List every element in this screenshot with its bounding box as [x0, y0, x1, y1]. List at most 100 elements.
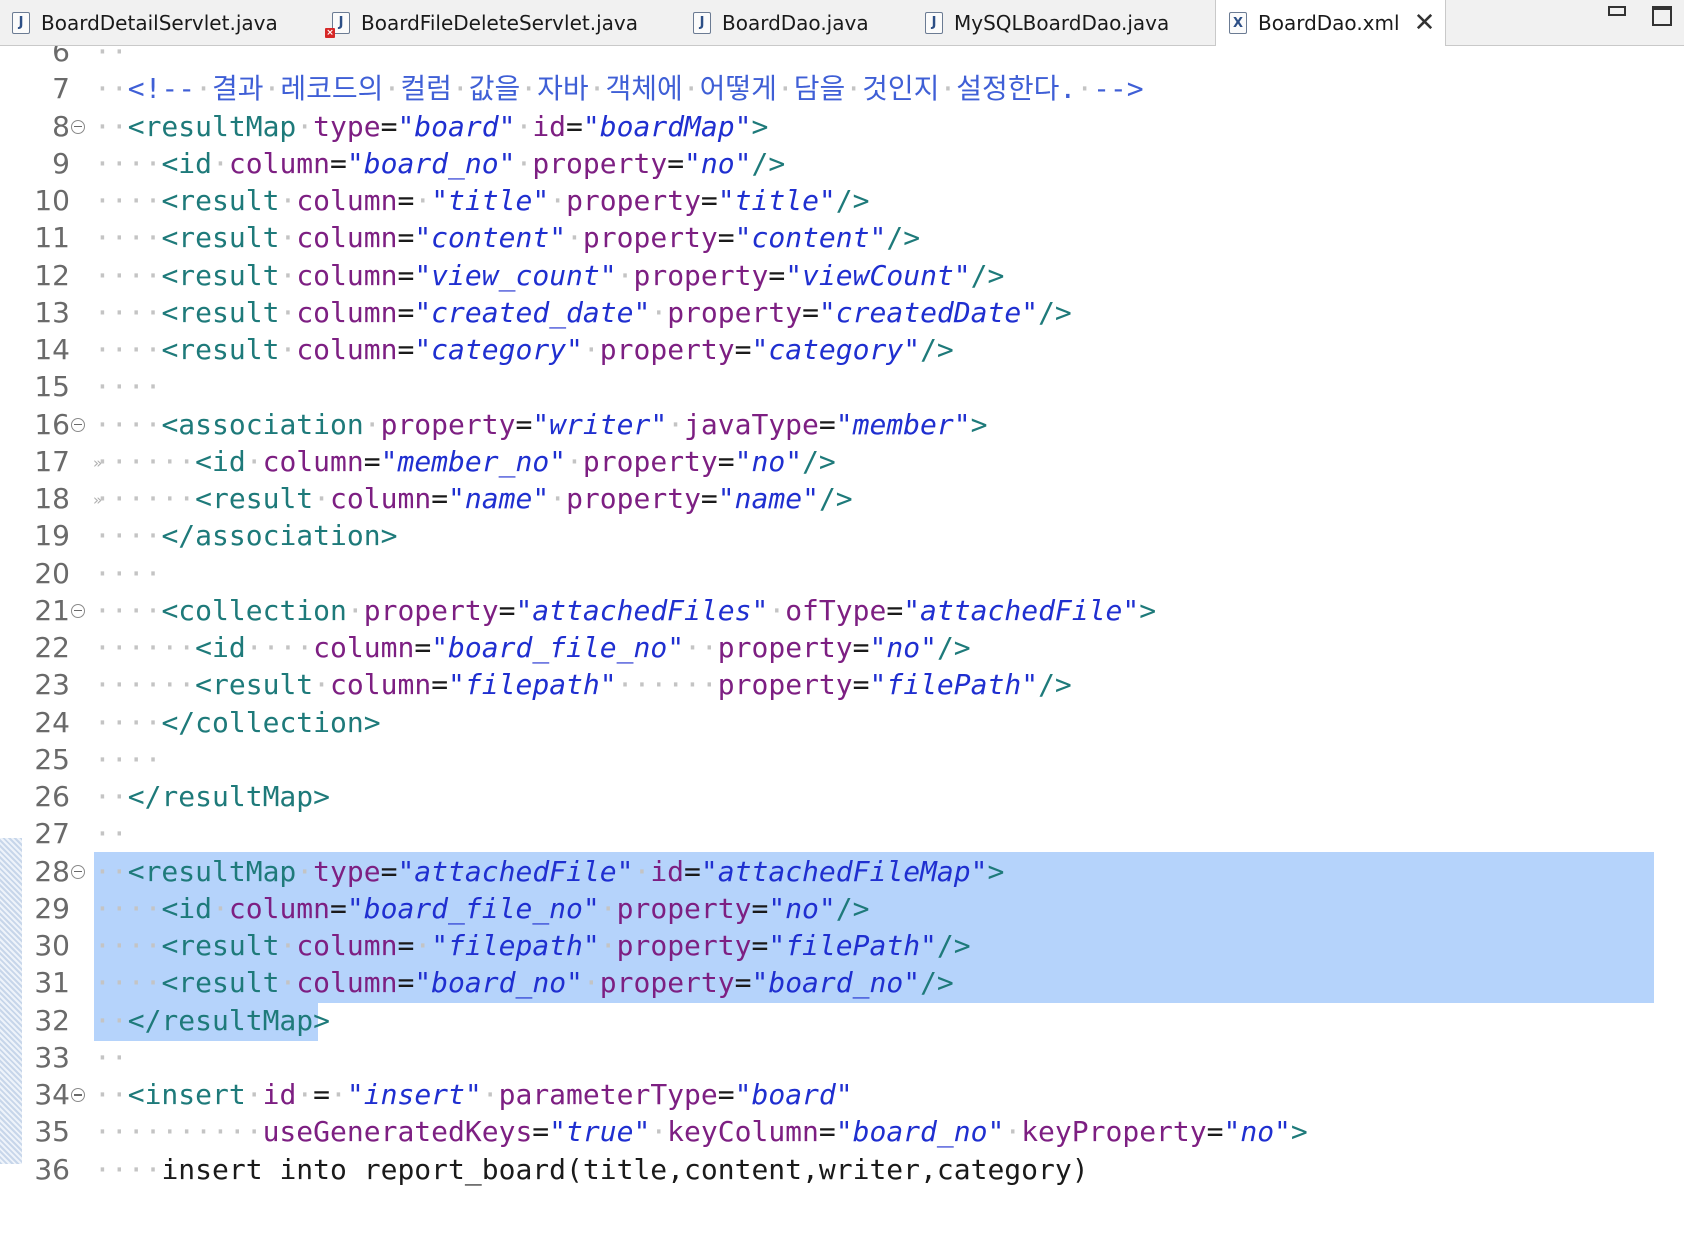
- code-text[interactable]: ····</collection>: [94, 706, 381, 739]
- tab-mysqlboarddao-java[interactable]: J MySQLBoardDao.java: [925, 0, 1169, 45]
- tab-boardfiledeleteservlet-java[interactable]: J × BoardFileDeleteServlet.java: [325, 0, 638, 45]
- code-line: 20 ····: [0, 554, 1684, 594]
- code-text[interactable]: ··: [94, 46, 128, 68]
- token-eq: =: [751, 891, 769, 925]
- token-ws: ·: [776, 72, 794, 106]
- token-eq: =: [717, 444, 735, 478]
- token-comment: 레코드의: [280, 72, 384, 106]
- token-val: "content": [414, 221, 567, 255]
- token-attr: parameterType: [498, 1078, 718, 1111]
- token-eq: =: [313, 1078, 331, 1111]
- code-text[interactable]: ··<resultMap·type="attachedFile"·id="att…: [94, 854, 1004, 888]
- fold-collapse-icon[interactable]: [71, 417, 85, 432]
- code-text[interactable]: ····<result·column="view_count"·property…: [94, 258, 1004, 292]
- tab-boarddetailservlet-java[interactable]: J BoardDetailServlet.java: [12, 0, 278, 45]
- fold-collapse-icon[interactable]: [71, 864, 85, 879]
- fold-collapse-icon[interactable]: [71, 119, 85, 134]
- token-ws: ·: [279, 221, 297, 255]
- token-eq: =: [397, 966, 415, 1000]
- token-ws: ····: [94, 407, 162, 441]
- token-ws: ·: [313, 668, 331, 702]
- token-attr: column: [296, 184, 398, 217]
- code-text[interactable]: ····<result·column="board_no"·property="…: [94, 967, 954, 999]
- token-ws: ····: [94, 221, 162, 255]
- code-text[interactable]: ······<id·column="member_no"·property="n…: [94, 444, 836, 478]
- token-attr: property: [616, 891, 752, 925]
- token-tag: </resultMap>: [127, 780, 331, 813]
- token-tag: >: [751, 109, 769, 143]
- code-text[interactable]: ··<!--·결과·레코드의·컬럼·값을·자바·객체에·어떻게·담을·것인지·설…: [94, 73, 1144, 105]
- code-text[interactable]: ····<collection·property="attachedFiles"…: [94, 594, 1156, 627]
- code-line: 28 ··<resultMap·type="attachedFile"·id="a…: [0, 851, 1684, 892]
- fold-collapse-icon[interactable]: [71, 603, 85, 618]
- token-tag: />: [936, 631, 971, 664]
- code-text[interactable]: ····insert into report_board(title,conte…: [94, 1153, 1089, 1186]
- code-line: 11 ····<result·column="content"·property=…: [0, 218, 1684, 258]
- code-text[interactable]: ··<insert·id·=·"insert"·parameterType="b…: [94, 1079, 853, 1111]
- token-eq: =: [397, 184, 415, 217]
- tab-boarddao-java[interactable]: J BoardDao.java: [693, 0, 869, 45]
- close-tab-icon[interactable]: ✕: [1414, 10, 1436, 36]
- token-attr: javaType: [684, 407, 819, 441]
- code-text[interactable]: ····<result·column="category"·property="…: [94, 334, 954, 366]
- code-text[interactable]: ····<association·property="writer"·javaT…: [94, 407, 987, 441]
- code-text[interactable]: ··</resultMap>: [94, 781, 330, 813]
- tab-boarddao-xml[interactable]: X BoardDao.xml ✕: [1215, 0, 1446, 46]
- code-text[interactable]: ····<result·column=·"title"·property="ti…: [94, 185, 870, 217]
- code-text[interactable]: ····: [94, 371, 161, 403]
- token-ws: ·: [414, 184, 432, 217]
- code-text[interactable]: ······<id····column="board_file_no"··pro…: [94, 632, 971, 664]
- line-number: 23: [34, 668, 70, 702]
- code-text[interactable]: ····: [94, 743, 161, 776]
- token-val: "no": [734, 444, 803, 478]
- code-text[interactable]: ····<result·column=·"filepath"·property=…: [94, 930, 971, 962]
- token-attr: column: [330, 482, 432, 515]
- code-line: 35 ··········useGeneratedKeys="true"·keyC…: [0, 1112, 1684, 1152]
- code-text[interactable]: ····<result·column="content"·property="c…: [94, 222, 920, 254]
- code-text[interactable]: ····<id·column="board_file_no"·property=…: [94, 891, 870, 925]
- token-eq: =: [852, 631, 870, 664]
- code-text[interactable]: ····</association>: [94, 520, 397, 552]
- line-number: 6: [52, 46, 70, 68]
- code-text[interactable]: ··: [94, 1041, 128, 1074]
- code-text[interactable]: ··········useGeneratedKeys="true"·keyCol…: [94, 1116, 1308, 1148]
- token-attr: type: [313, 109, 381, 143]
- token-val: "writer": [532, 407, 668, 441]
- token-val: "no": [869, 631, 937, 664]
- token-ws: ·: [633, 854, 651, 888]
- token-ws: ·: [566, 221, 583, 255]
- line-number: 11: [34, 221, 70, 255]
- code-line: 10 ····<result·column=·"title"·property="…: [0, 181, 1684, 221]
- token-ws: ·: [263, 72, 281, 106]
- token-ws: ·: [279, 258, 297, 292]
- token-ws: ·: [195, 72, 213, 106]
- java-file-error-icon: J ×: [325, 11, 350, 38]
- code-text[interactable]: ······<result·column="name"·property="na…: [94, 483, 853, 515]
- token-ws: ·: [682, 72, 700, 106]
- code-line: 19 ····</association>: [0, 516, 1684, 556]
- token-attr: column: [296, 966, 398, 1000]
- code-text[interactable]: ··</resultMap>: [94, 1004, 330, 1037]
- token-ws: ····: [94, 929, 162, 962]
- code-editor[interactable]: 6 ·· 7 ··<!--·결과·레코드의·컬럼·값을·자바·객체에·어떻게·담을·것…: [0, 46, 1684, 1250]
- token-tag: />: [751, 146, 786, 180]
- token-attr: column: [330, 668, 432, 702]
- code-text[interactable]: ··: [94, 818, 128, 850]
- maximize-icon[interactable]: [1652, 6, 1672, 26]
- token-attr: type: [313, 854, 381, 888]
- minimize-icon[interactable]: [1608, 6, 1626, 16]
- token-ws: ·: [313, 482, 331, 515]
- token-attr: column: [296, 333, 398, 366]
- code-text[interactable]: ····<id·column="board_no"·property="no"/…: [94, 146, 786, 180]
- code-text[interactable]: ··<resultMap·type="board"·id="boardMap">: [94, 109, 769, 143]
- token-tag: />: [835, 891, 870, 925]
- code-text[interactable]: ····<result·column="created_date"·proper…: [94, 296, 1072, 329]
- code-text[interactable]: ······<result·column="filepath"······pro…: [94, 669, 1072, 701]
- code-text[interactable]: ····: [94, 557, 161, 590]
- line-number: 21: [34, 593, 70, 627]
- fold-collapse-icon[interactable]: [71, 1088, 85, 1102]
- line-number: 9: [52, 146, 70, 180]
- token-ws: ··: [94, 46, 128, 68]
- token-comment: 자바: [537, 72, 589, 106]
- token-val: "board_no": [346, 146, 516, 180]
